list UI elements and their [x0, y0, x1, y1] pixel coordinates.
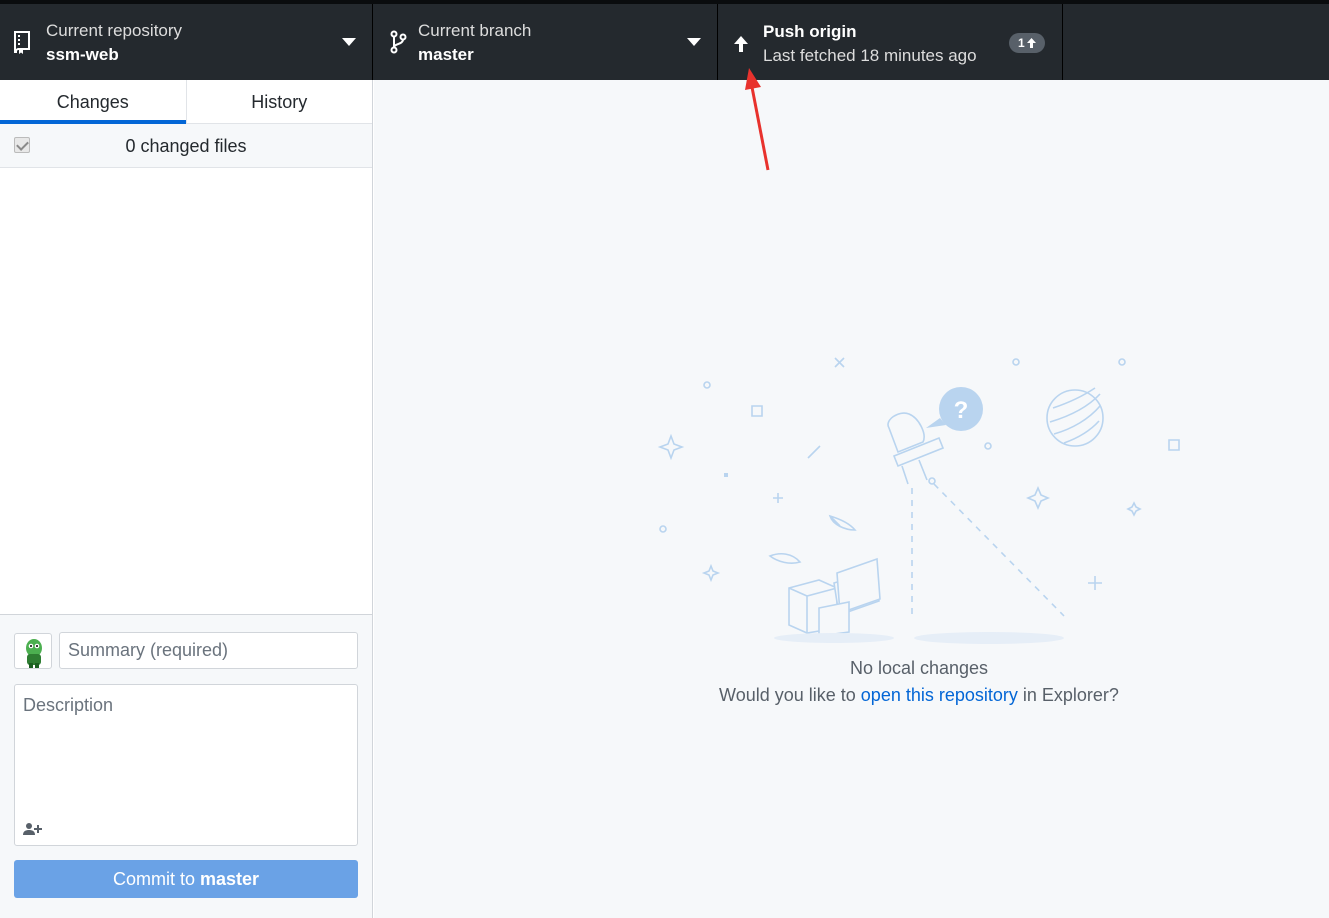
description-input[interactable]: [15, 685, 357, 805]
tab-history[interactable]: History: [185, 80, 373, 123]
open-repository-link[interactable]: open this repository: [861, 685, 1018, 705]
branch-name: master: [418, 45, 474, 64]
repository-label: Current repository: [46, 21, 183, 40]
commit-button[interactable]: Commit to master: [14, 860, 358, 898]
arrow-up-icon: [734, 36, 748, 52]
add-coauthor-icon[interactable]: [23, 821, 43, 837]
no-changes-illustration: ?: [657, 357, 1180, 644]
sidebar: Changes History 0 changed files Summary …: [0, 80, 373, 918]
blank-slate-subtitle: Would you like to open this repository i…: [374, 685, 1329, 706]
ahead-count-badge: 1: [1009, 33, 1045, 53]
repository-name: ssm-web: [46, 45, 119, 64]
branch-selector[interactable]: Current branch master: [373, 4, 718, 80]
push-origin-label: Push origin: [763, 22, 857, 41]
branch-label: Current branch: [418, 21, 532, 40]
arrow-up-icon: [1026, 38, 1036, 48]
blank-slate-text-after: in Explorer?: [1017, 685, 1119, 705]
repository-selector[interactable]: Current repository ssm-web: [0, 4, 373, 80]
main-content: ? No local changes Would you like to ope…: [374, 80, 1329, 918]
changes-list-header: 0 changed files: [0, 124, 372, 168]
commit-button-branch: master: [199, 868, 260, 889]
summary-input[interactable]: [59, 632, 358, 669]
git-branch-icon: [390, 30, 407, 54]
changed-files-count: 0 changed files: [125, 136, 247, 156]
chevron-down-icon: [687, 38, 701, 46]
description-field[interactable]: [14, 684, 358, 846]
svg-text:?: ?: [954, 397, 969, 424]
commit-form: Commit to master: [0, 614, 372, 918]
blank-slate-title: No local changes: [849, 658, 989, 678]
last-fetched-text: Last fetched 18 minutes ago: [763, 46, 977, 65]
app-toolbar: Current repository ssm-web Current branc…: [0, 0, 1329, 80]
repo-icon: [14, 31, 30, 54]
blank-slate-text-before: Would you like to: [719, 685, 861, 705]
ahead-count: 1: [1018, 36, 1025, 50]
avatar: [14, 633, 52, 669]
annotation-arrow-icon: [745, 68, 770, 171]
user-avatar-icon: [26, 639, 42, 668]
chevron-down-icon: [342, 38, 356, 46]
commit-button-prefix: Commit to: [112, 868, 200, 889]
tab-bar: Changes History: [0, 80, 372, 124]
tab-changes[interactable]: Changes: [0, 80, 186, 124]
